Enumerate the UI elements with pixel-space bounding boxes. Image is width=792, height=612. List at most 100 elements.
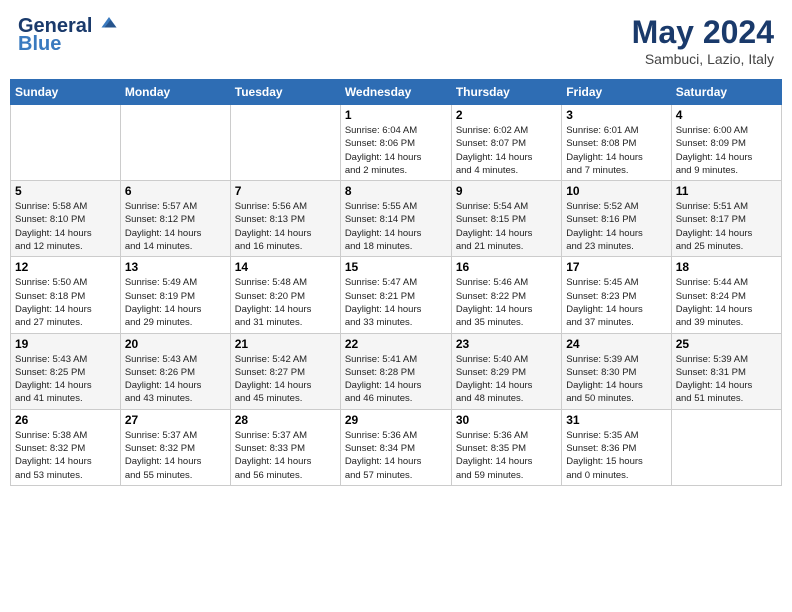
day-info: Sunrise: 5:52 AMSunset: 8:16 PMDaylight:… <box>566 200 666 253</box>
day-info: Sunrise: 5:55 AMSunset: 8:14 PMDaylight:… <box>345 200 447 253</box>
calendar-cell: 20Sunrise: 5:43 AMSunset: 8:26 PMDayligh… <box>120 333 230 409</box>
calendar-cell: 5Sunrise: 5:58 AMSunset: 8:10 PMDaylight… <box>11 181 121 257</box>
day-info: Sunrise: 5:43 AMSunset: 8:26 PMDaylight:… <box>125 353 226 406</box>
day-info: Sunrise: 6:04 AMSunset: 8:06 PMDaylight:… <box>345 124 447 177</box>
col-header-tuesday: Tuesday <box>230 80 340 105</box>
calendar-cell: 22 Sunrise: 5:41 AMSunset: 8:28 PMDayligh… <box>340 333 451 409</box>
day-info: Sunrise: 5:36 AMSunset: 8:35 PMDaylight:… <box>456 429 557 482</box>
calendar-cell: 4 Sunrise: 6:00 AMSunset: 8:09 PMDaylight… <box>671 105 781 181</box>
col-header-wednesday: Wednesday <box>340 80 451 105</box>
day-info: Sunrise: 6:02 AMSunset: 8:07 PMDaylight:… <box>456 124 557 177</box>
day-number: 7 <box>235 184 336 198</box>
day-number: 30 <box>456 413 557 427</box>
day-info: Sunrise: 5:39 AMSunset: 8:30 PMDaylight:… <box>566 353 666 406</box>
day-info: Sunrise: 5:41 AMSunset: 8:28 PMDaylight:… <box>345 353 447 406</box>
page-header: General Blue May 2024 Sambuci, Lazio, It… <box>10 10 782 71</box>
calendar-cell: 27 Sunrise: 5:37 AMSunset: 8:32 PMDayligh… <box>120 409 230 485</box>
day-number: 14 <box>235 260 336 274</box>
day-info: Sunrise: 6:01 AMSunset: 8:08 PMDaylight:… <box>566 124 666 177</box>
day-info: Sunrise: 5:42 AMSunset: 8:27 PMDaylight:… <box>235 353 336 406</box>
calendar-cell: 28 Sunrise: 5:37 AMSunset: 8:33 PMDayligh… <box>230 409 340 485</box>
day-number: 3 <box>566 108 666 122</box>
month-title: May 2024 <box>632 14 774 51</box>
calendar-cell: 17 Sunrise: 5:45 AMSunset: 8:23 PMDayligh… <box>562 257 671 333</box>
location: Sambuci, Lazio, Italy <box>632 51 774 67</box>
day-info: Sunrise: 5:35 AMSunset: 8:36 PMDaylight:… <box>566 429 666 482</box>
calendar-cell: 8 Sunrise: 5:55 AMSunset: 8:14 PMDaylight… <box>340 181 451 257</box>
calendar-cell: 10 Sunrise: 5:52 AMSunset: 8:16 PMDayligh… <box>562 181 671 257</box>
day-info: Sunrise: 5:37 AMSunset: 8:33 PMDaylight:… <box>235 429 336 482</box>
day-info: Sunrise: 6:00 AMSunset: 8:09 PMDaylight:… <box>676 124 777 177</box>
day-info: Sunrise: 5:45 AMSunset: 8:23 PMDaylight:… <box>566 276 666 329</box>
day-number: 15 <box>345 260 447 274</box>
calendar-cell <box>120 105 230 181</box>
title-section: May 2024 Sambuci, Lazio, Italy <box>632 14 774 67</box>
col-header-friday: Friday <box>562 80 671 105</box>
day-number: 6 <box>125 184 226 198</box>
day-number: 10 <box>566 184 666 198</box>
day-number: 19 <box>15 337 116 351</box>
calendar-cell: 13 Sunrise: 5:49 AMSunset: 8:19 PMDayligh… <box>120 257 230 333</box>
day-info: Sunrise: 5:58 AMSunset: 8:10 PMDaylight:… <box>15 200 116 253</box>
calendar-cell: 14 Sunrise: 5:48 AMSunset: 8:20 PMDayligh… <box>230 257 340 333</box>
day-number: 26 <box>15 413 116 427</box>
col-header-thursday: Thursday <box>451 80 561 105</box>
day-info: Sunrise: 5:40 AMSunset: 8:29 PMDaylight:… <box>456 353 557 406</box>
day-number: 18 <box>676 260 777 274</box>
calendar-cell: 11 Sunrise: 5:51 AMSunset: 8:17 PMDayligh… <box>671 181 781 257</box>
day-number: 2 <box>456 108 557 122</box>
day-number: 13 <box>125 260 226 274</box>
calendar-cell: 12Sunrise: 5:50 AMSunset: 8:18 PMDayligh… <box>11 257 121 333</box>
calendar-table: SundayMondayTuesdayWednesdayThursdayFrid… <box>10 79 782 486</box>
calendar-cell: 26Sunrise: 5:38 AMSunset: 8:32 PMDayligh… <box>11 409 121 485</box>
calendar-cell: 9 Sunrise: 5:54 AMSunset: 8:15 PMDaylight… <box>451 181 561 257</box>
day-number: 11 <box>676 184 777 198</box>
calendar-cell: 30 Sunrise: 5:36 AMSunset: 8:35 PMDayligh… <box>451 409 561 485</box>
calendar-cell: 16 Sunrise: 5:46 AMSunset: 8:22 PMDayligh… <box>451 257 561 333</box>
calendar-cell: 6 Sunrise: 5:57 AMSunset: 8:12 PMDaylight… <box>120 181 230 257</box>
calendar-cell: 31 Sunrise: 5:35 AMSunset: 8:36 PMDayligh… <box>562 409 671 485</box>
col-header-saturday: Saturday <box>671 80 781 105</box>
day-number: 31 <box>566 413 666 427</box>
day-info: Sunrise: 5:54 AMSunset: 8:15 PMDaylight:… <box>456 200 557 253</box>
day-info: Sunrise: 5:46 AMSunset: 8:22 PMDaylight:… <box>456 276 557 329</box>
day-info: Sunrise: 5:51 AMSunset: 8:17 PMDaylight:… <box>676 200 777 253</box>
day-number: 22 <box>345 337 447 351</box>
day-number: 12 <box>15 260 116 274</box>
calendar-cell: 18 Sunrise: 5:44 AMSunset: 8:24 PMDayligh… <box>671 257 781 333</box>
calendar-cell: 15 Sunrise: 5:47 AMSunset: 8:21 PMDayligh… <box>340 257 451 333</box>
day-number: 25 <box>676 337 777 351</box>
calendar-cell: 3 Sunrise: 6:01 AMSunset: 8:08 PMDaylight… <box>562 105 671 181</box>
day-number: 27 <box>125 413 226 427</box>
day-info: Sunrise: 5:44 AMSunset: 8:24 PMDaylight:… <box>676 276 777 329</box>
day-info: Sunrise: 5:39 AMSunset: 8:31 PMDaylight:… <box>676 353 777 406</box>
day-info: Sunrise: 5:49 AMSunset: 8:19 PMDaylight:… <box>125 276 226 329</box>
day-info: Sunrise: 5:36 AMSunset: 8:34 PMDaylight:… <box>345 429 447 482</box>
calendar-cell: 25 Sunrise: 5:39 AMSunset: 8:31 PMDayligh… <box>671 333 781 409</box>
day-number: 17 <box>566 260 666 274</box>
calendar-cell <box>671 409 781 485</box>
day-number: 8 <box>345 184 447 198</box>
day-info: Sunrise: 5:48 AMSunset: 8:20 PMDaylight:… <box>235 276 336 329</box>
calendar-cell: 24Sunrise: 5:39 AMSunset: 8:30 PMDayligh… <box>562 333 671 409</box>
day-info: Sunrise: 5:37 AMSunset: 8:32 PMDaylight:… <box>125 429 226 482</box>
calendar-cell: 21Sunrise: 5:42 AMSunset: 8:27 PMDayligh… <box>230 333 340 409</box>
day-info: Sunrise: 5:47 AMSunset: 8:21 PMDaylight:… <box>345 276 447 329</box>
calendar-cell <box>230 105 340 181</box>
calendar-cell: 7 Sunrise: 5:56 AMSunset: 8:13 PMDaylight… <box>230 181 340 257</box>
calendar-cell: 29 Sunrise: 5:36 AMSunset: 8:34 PMDayligh… <box>340 409 451 485</box>
logo: General Blue <box>18 14 118 56</box>
col-header-monday: Monday <box>120 80 230 105</box>
day-number: 29 <box>345 413 447 427</box>
calendar-cell: 1Sunrise: 6:04 AMSunset: 8:06 PMDaylight… <box>340 105 451 181</box>
day-number: 16 <box>456 260 557 274</box>
day-info: Sunrise: 5:43 AMSunset: 8:25 PMDaylight:… <box>15 353 116 406</box>
day-number: 9 <box>456 184 557 198</box>
day-number: 28 <box>235 413 336 427</box>
day-number: 23 <box>456 337 557 351</box>
col-header-sunday: Sunday <box>11 80 121 105</box>
day-info: Sunrise: 5:56 AMSunset: 8:13 PMDaylight:… <box>235 200 336 253</box>
day-info: Sunrise: 5:57 AMSunset: 8:12 PMDaylight:… <box>125 200 226 253</box>
calendar-cell: 23 Sunrise: 5:40 AMSunset: 8:29 PMDayligh… <box>451 333 561 409</box>
day-number: 4 <box>676 108 777 122</box>
